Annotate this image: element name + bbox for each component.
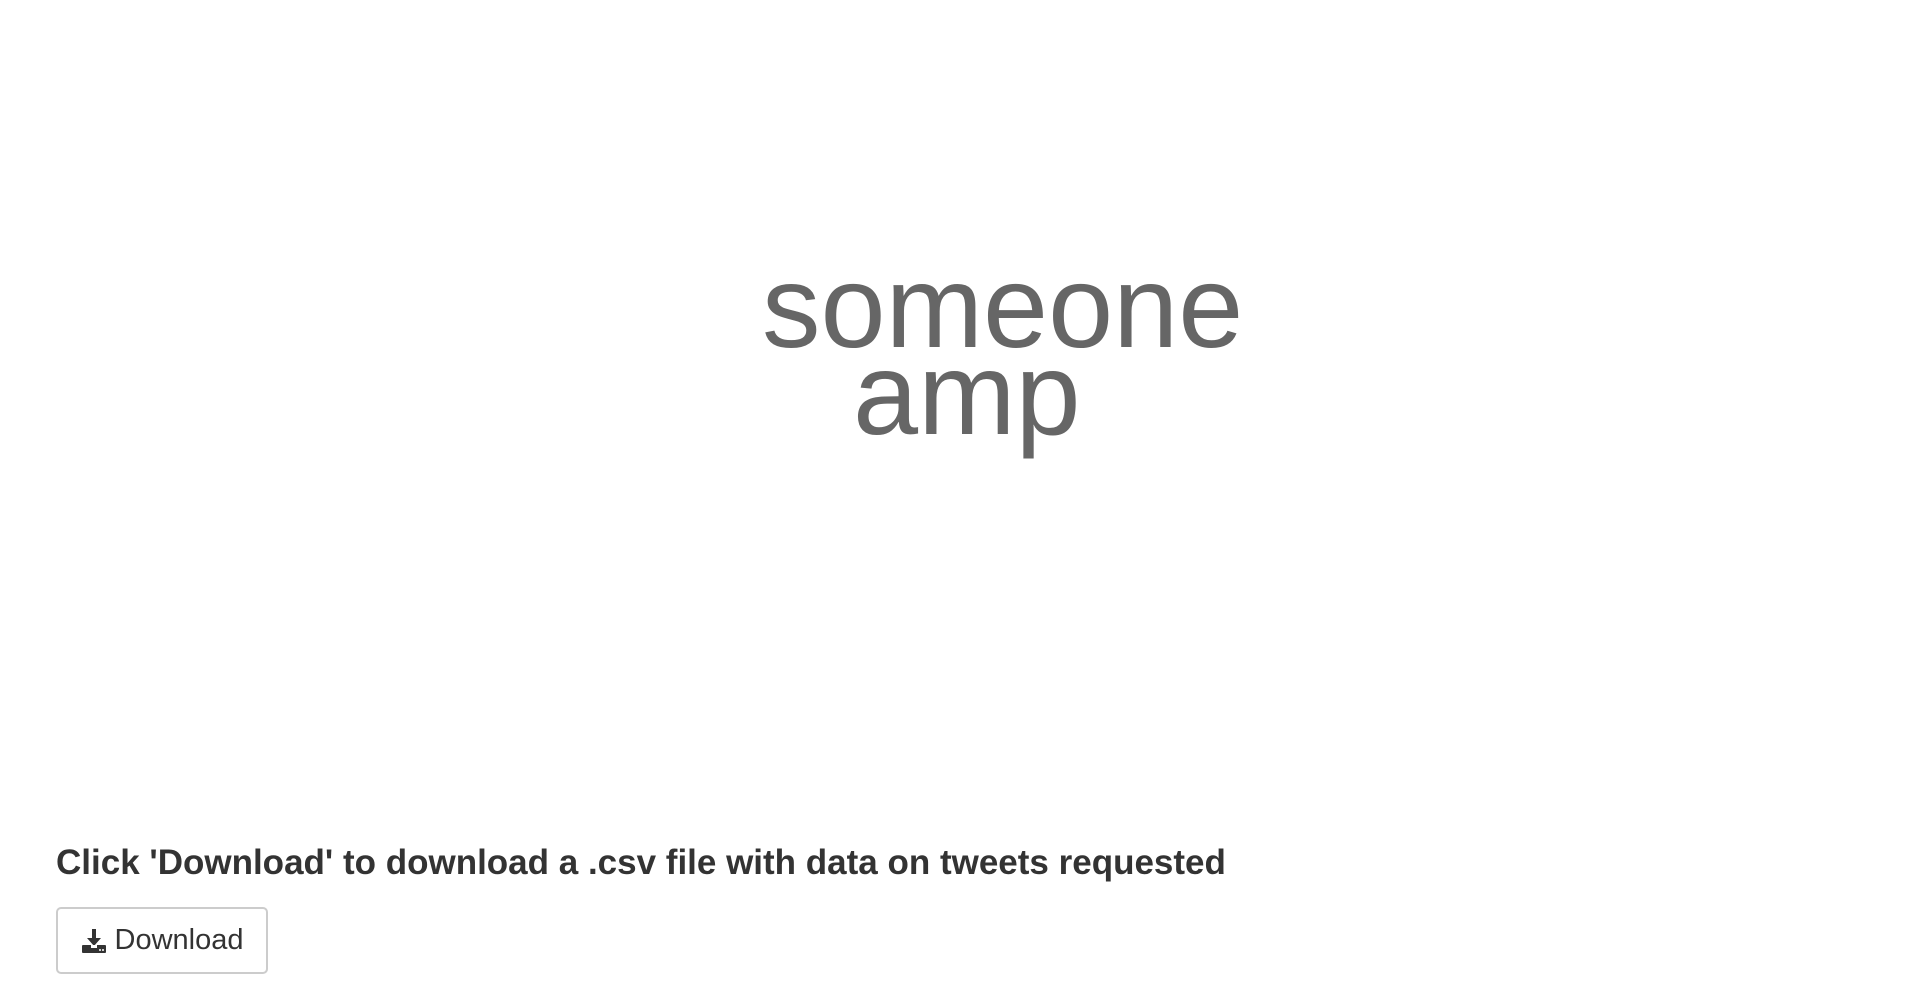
download-button[interactable]: Download	[56, 907, 268, 974]
download-icon	[81, 928, 106, 953]
download-button-label: Download	[114, 924, 244, 956]
download-instructions: Click 'Download' to download a .csv file…	[56, 843, 1226, 882]
cloud-word-amp: amp	[853, 328, 1081, 459]
word-cloud: someone amp	[0, 0, 1912, 800]
